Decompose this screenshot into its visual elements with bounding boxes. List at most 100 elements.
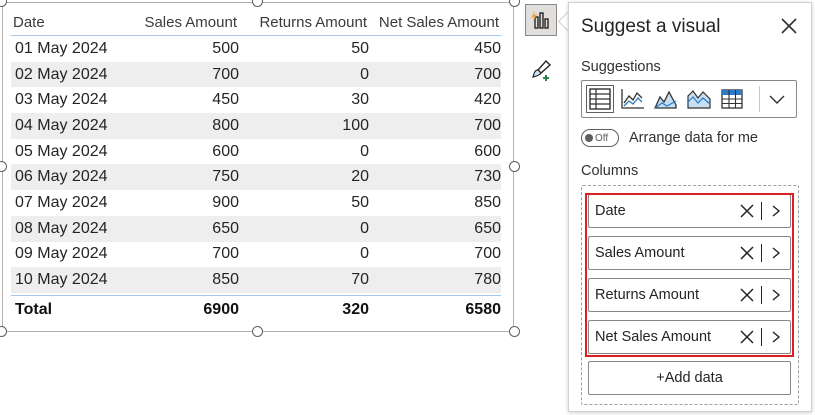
table-row: 02 May 2024 700 0 700 (11, 61, 501, 88)
suggestion-table[interactable] (586, 85, 614, 113)
chevron-down-icon[interactable] (768, 93, 786, 105)
cell-sales: 600 (212, 142, 239, 160)
header-sales-amount[interactable]: Sales Amount (123, 14, 237, 31)
column-field-returns-amount[interactable]: Returns Amount (588, 278, 791, 312)
cell-sales: 750 (212, 168, 239, 186)
columns-well: Date Sales Amount Returns Amount Net Sal… (581, 185, 799, 405)
resize-handle-mid-right[interactable] (509, 161, 520, 172)
cell-date: 08 May 2024 (15, 219, 108, 237)
cell-returns: 0 (360, 219, 369, 237)
table-icon (589, 88, 611, 110)
cell-sales: 500 (212, 39, 239, 57)
chevron-right-icon[interactable] (770, 204, 782, 218)
suggestions-bar (581, 80, 797, 118)
column-name: Returns Amount (595, 287, 699, 303)
format-visual-button[interactable] (525, 54, 557, 86)
cell-date: 09 May 2024 (15, 245, 108, 263)
cell-returns: 50 (351, 193, 369, 211)
cell-date: 03 May 2024 (15, 91, 108, 109)
cell-net: 700 (474, 116, 501, 134)
total-sales: 6900 (203, 300, 239, 318)
close-icon[interactable] (779, 16, 799, 36)
cell-net: 730 (474, 168, 501, 186)
area-chart-icon (653, 90, 677, 109)
remove-icon[interactable] (739, 203, 755, 219)
cell-date: 04 May 2024 (15, 116, 108, 134)
column-field-net-sales-amount[interactable]: Net Sales Amount (588, 320, 791, 354)
chevron-right-icon[interactable] (770, 288, 782, 302)
chevron-right-icon[interactable] (770, 246, 782, 260)
toggle-state: Off (595, 132, 609, 144)
table-row: 09 May 2024 700 0 700 (11, 242, 501, 268)
resize-handle-bottom-mid[interactable] (252, 326, 263, 337)
suggestion-area-chart[interactable] (652, 85, 680, 113)
cell-returns: 100 (342, 116, 369, 134)
table-row: 03 May 2024 450 30 420 (11, 87, 501, 113)
table-visual[interactable]: Date Sales Amount Returns Amount Net Sal… (2, 2, 514, 332)
cell-returns: 0 (360, 245, 369, 263)
suggestions-divider (759, 86, 760, 112)
cell-date: 01 May 2024 (15, 39, 108, 57)
cell-returns: 0 (360, 142, 369, 160)
cell-sales: 700 (212, 65, 239, 83)
table-row: 08 May 2024 650 0 650 (11, 215, 501, 242)
toggle-knob (585, 134, 593, 142)
cell-date: 05 May 2024 (15, 142, 108, 160)
cell-sales: 450 (212, 91, 239, 109)
table-row: 01 May 2024 500 50 450 (11, 36, 501, 62)
suggest-visual-icon (531, 10, 549, 29)
remove-icon[interactable] (739, 287, 755, 303)
cell-sales: 850 (212, 271, 239, 289)
column-name: Sales Amount (595, 245, 685, 261)
divider (761, 286, 762, 304)
total-net: 6580 (465, 300, 501, 318)
arrange-data-toggle-row: Off Arrange data for me (581, 129, 758, 147)
column-field-sales-amount[interactable]: Sales Amount (588, 236, 791, 270)
add-data-button[interactable]: +Add data (588, 361, 791, 395)
remove-icon[interactable] (739, 245, 755, 261)
cell-date: 07 May 2024 (15, 193, 108, 211)
cell-sales: 700 (212, 245, 239, 263)
suggestion-matrix[interactable] (718, 85, 746, 113)
line-chart-icon (621, 89, 644, 109)
format-brush-icon (532, 59, 552, 81)
header-returns-amount[interactable]: Returns Amount (237, 14, 367, 31)
cell-net: 650 (474, 219, 501, 237)
chevron-right-icon[interactable] (770, 330, 782, 344)
header-date[interactable]: Date (11, 14, 123, 31)
cell-net: 420 (474, 91, 501, 109)
arrange-data-toggle[interactable]: Off (581, 129, 619, 147)
table-row: 04 May 2024 800 100 700 (11, 113, 501, 139)
cell-net: 600 (474, 142, 501, 160)
cell-net: 700 (474, 65, 501, 83)
columns-label: Columns (581, 163, 639, 179)
divider (761, 244, 762, 262)
suggestions-label: Suggestions (581, 59, 661, 75)
cell-date: 10 May 2024 (15, 271, 108, 289)
total-row: Total 6900 320 6580 (11, 294, 501, 324)
remove-icon[interactable] (739, 329, 755, 345)
suggest-visual-panel: Suggest a visual Suggestions Off Arrange… (568, 2, 812, 412)
column-field-date[interactable]: Date (588, 194, 791, 228)
suggest-visual-button[interactable] (525, 4, 557, 36)
table-row: 10 May 2024 850 70 780 (11, 267, 501, 293)
cell-net: 850 (474, 193, 501, 211)
cell-net: 700 (474, 245, 501, 263)
suggestion-line-chart[interactable] (619, 85, 647, 113)
cell-returns: 0 (360, 65, 369, 83)
table-header: Date Sales Amount Returns Amount Net Sal… (11, 9, 501, 36)
cell-net: 450 (474, 39, 501, 57)
cell-sales: 900 (212, 193, 239, 211)
suggestion-stacked-area[interactable] (685, 85, 713, 113)
resize-handle-bottom-left[interactable] (0, 326, 7, 337)
resize-handle-bottom-right[interactable] (509, 326, 520, 337)
data-table: Date Sales Amount Returns Amount Net Sal… (11, 9, 501, 324)
arrange-data-label: Arrange data for me (629, 130, 758, 146)
divider (761, 202, 762, 220)
resize-handle-top-right[interactable] (509, 0, 520, 7)
header-net-sales-amount[interactable]: Net Sales Amount (367, 14, 499, 31)
cell-returns: 50 (351, 39, 369, 57)
cell-returns: 70 (351, 271, 369, 289)
cell-returns: 30 (351, 91, 369, 109)
cell-sales: 800 (212, 116, 239, 134)
